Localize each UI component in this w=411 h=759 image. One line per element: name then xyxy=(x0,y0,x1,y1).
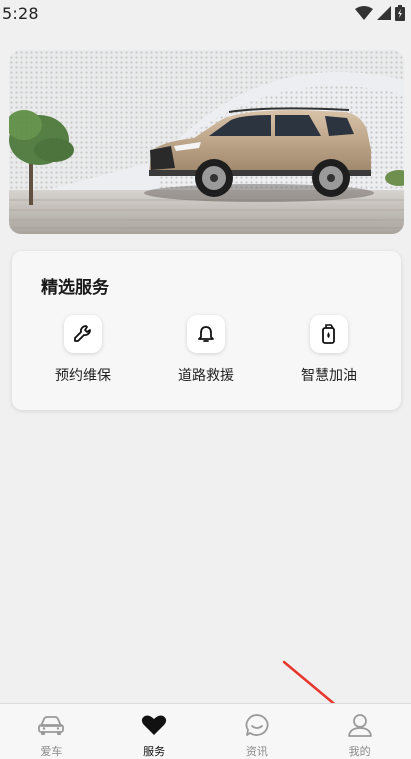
service-smart-fueling[interactable]: 智慧加油 xyxy=(274,315,384,385)
fuel-icon xyxy=(310,315,348,353)
battery-icon xyxy=(395,5,405,21)
wrench-icon xyxy=(64,315,102,353)
signal-icon xyxy=(377,6,391,20)
nav-item-profile[interactable]: 我的 xyxy=(308,704,411,759)
featured-services-card: 精选服务 预约维保 道路救援 智慧加油 xyxy=(12,251,401,410)
services-title: 精选服务 xyxy=(41,278,109,298)
nav-label: 我的 xyxy=(348,745,371,758)
service-label: 预约维保 xyxy=(55,368,111,384)
nav-label: 爱车 xyxy=(40,745,63,758)
bell-icon xyxy=(187,315,225,353)
user-icon xyxy=(346,712,374,738)
nav-item-news[interactable]: 资讯 xyxy=(206,704,309,759)
car-banner-image xyxy=(9,50,404,234)
service-label: 道路救援 xyxy=(178,368,234,384)
wifi-icon xyxy=(355,6,373,20)
chat-icon xyxy=(243,712,271,738)
heart-icon xyxy=(140,712,168,738)
promo-banner[interactable] xyxy=(9,50,404,234)
nav-item-car[interactable]: 爱车 xyxy=(0,704,103,759)
service-label: 智慧加油 xyxy=(301,368,357,384)
nav-item-service[interactable]: 服务 xyxy=(103,704,206,759)
status-icons xyxy=(355,5,405,21)
car-icon xyxy=(37,712,65,738)
status-time: 5:28 xyxy=(2,3,39,23)
service-road-rescue[interactable]: 道路救援 xyxy=(151,315,261,385)
bottom-nav: 爱车 服务 资讯 我的 xyxy=(0,703,411,759)
status-bar: 5:28 xyxy=(0,0,411,26)
service-maintenance-booking[interactable]: 预约维保 xyxy=(28,315,138,385)
nav-label: 服务 xyxy=(143,745,166,758)
nav-label: 资讯 xyxy=(245,745,268,758)
